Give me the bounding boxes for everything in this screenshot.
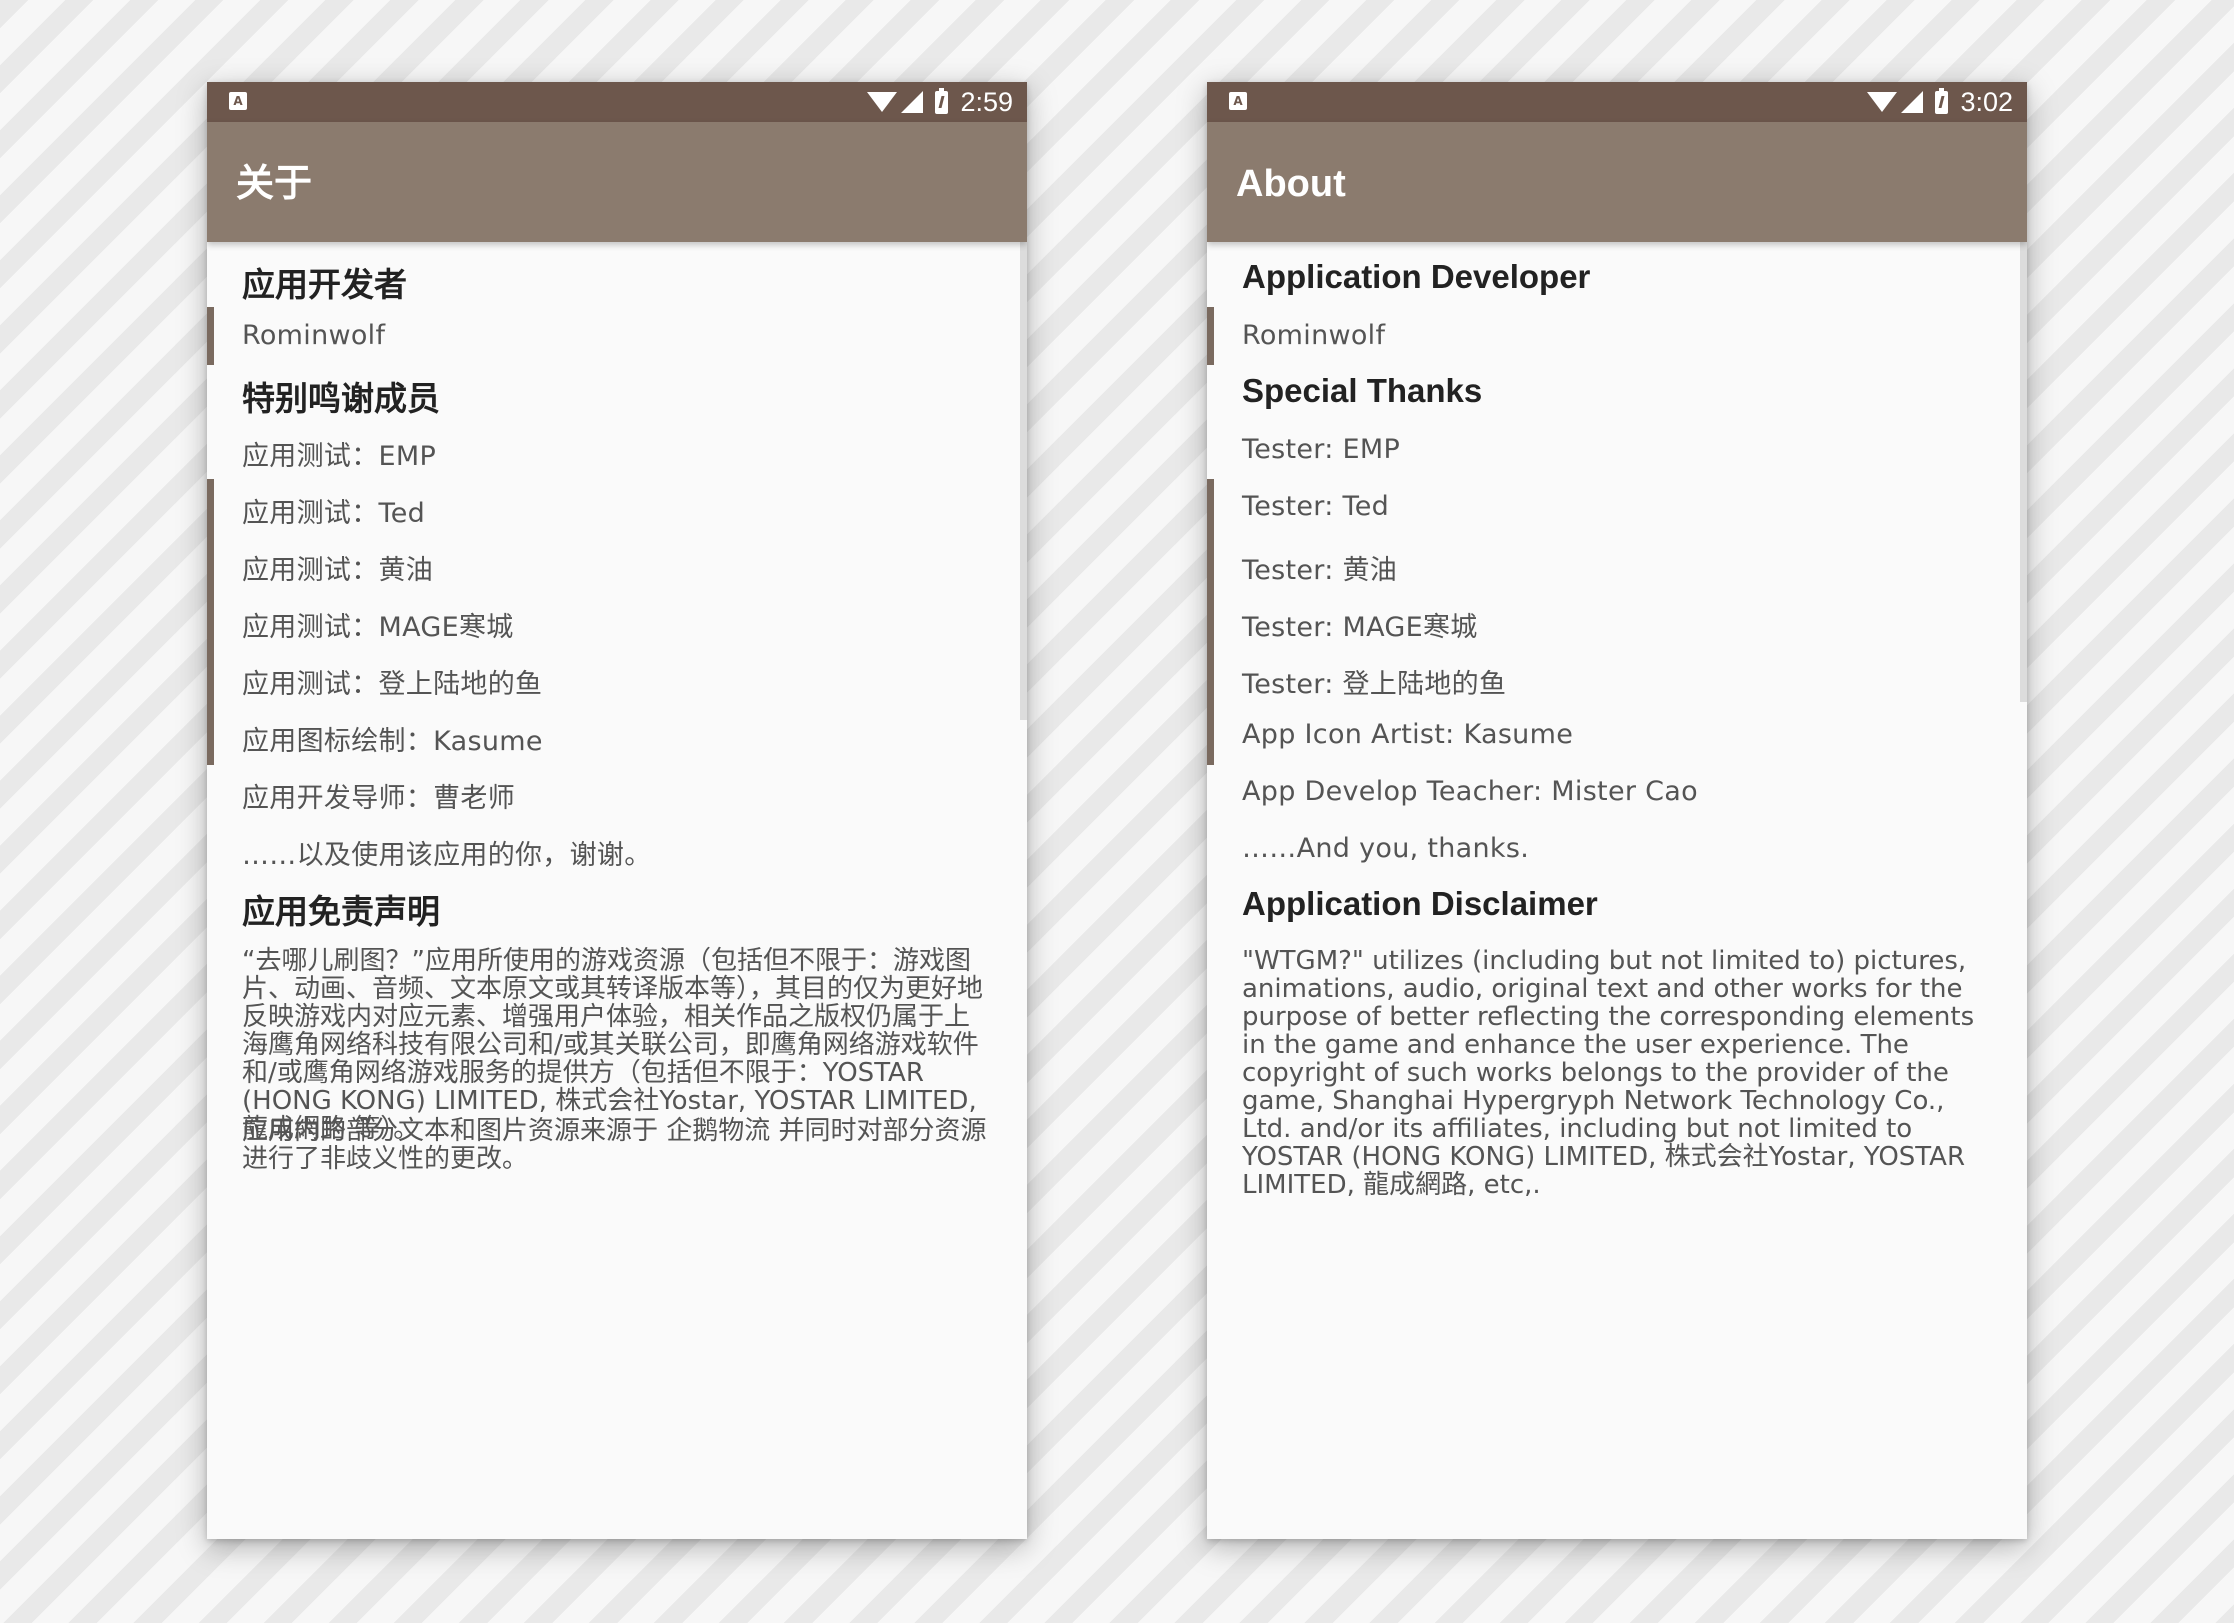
list-item-thanks[interactable]: ……And you, thanks. (1242, 833, 1529, 864)
status-icons: 2:59 (867, 82, 1013, 122)
list-item-thanks[interactable]: 应用测试：登上陆地的鱼 (242, 662, 542, 701)
disclaimer-paragraph: "WTGM?" utilizes (including but not limi… (1242, 946, 1975, 1200)
scrollbar[interactable] (1020, 242, 1027, 720)
list-item-developer[interactable]: Rominwolf (242, 320, 385, 351)
list-item-developer[interactable]: Rominwolf (1242, 320, 1385, 351)
about-content: 应用开发者 Rominwolf 特别鸣谢成员 应用测试：EMP 应用测试：Ted… (207, 242, 1027, 1539)
list-item-thanks[interactable]: 应用测试：黄油 (242, 548, 433, 587)
app-bar: 关于 (207, 122, 1027, 242)
phone-screen-english: A 3:02 About Application Developer Romin… (1207, 82, 2027, 1539)
list-item-thanks[interactable]: 应用开发导师：曹老师 (242, 776, 515, 815)
section-title-disclaimer: Application Disclaimer (1242, 885, 1598, 922)
list-item-thanks[interactable]: Tester: MAGE寒城 (1242, 605, 1478, 644)
section-title-thanks: Special Thanks (1242, 372, 1483, 409)
status-bar: A 2:59 (207, 82, 1027, 122)
status-bar: A 3:02 (1207, 82, 2027, 122)
disclaimer-paragraph: 应用内的部分文本和图片资源来源于 企鹅物流 并同时对部分资源进行了非歧义性的更改… (242, 1116, 987, 1174)
list-item-thanks[interactable]: App Develop Teacher: Mister Cao (1242, 776, 1698, 807)
list-item-thanks[interactable]: App Icon Artist: Kasume (1242, 719, 1573, 750)
wifi-icon (1867, 92, 1898, 112)
section-title-developer: 应用开发者 (242, 266, 407, 303)
page-title: 关于 (236, 163, 313, 205)
signal-icon (1901, 91, 1924, 113)
notification-icon: A (229, 92, 247, 110)
list-item-thanks[interactable]: ……以及使用该应用的你，谢谢。 (242, 833, 652, 872)
list-item-thanks[interactable]: Tester: 登上陆地的鱼 (1242, 662, 1506, 701)
list-edge-indicator (207, 307, 214, 365)
list-item-thanks[interactable]: 应用测试：EMP (242, 434, 436, 473)
list-item-thanks[interactable]: 应用测试：Ted (242, 491, 425, 530)
wifi-icon (867, 92, 898, 112)
phone-screen-chinese: A 2:59 关于 应用开发者 Rominwolf 特别鸣谢成员 应用测试：EM… (207, 82, 1027, 1539)
battery-charging-icon (935, 87, 949, 114)
page-title: About (1236, 163, 1346, 205)
battery-charging-icon (1935, 87, 1949, 114)
list-edge-indicator (1207, 307, 1214, 365)
app-bar: About (1207, 122, 2027, 242)
status-time: 2:59 (960, 86, 1013, 117)
section-title-disclaimer: 应用免责声明 (242, 893, 440, 930)
about-content: Application Developer Rominwolf Special … (1207, 242, 2027, 1539)
notification-icon: A (1229, 92, 1247, 110)
disclaimer-paragraph: “去哪儿刷图？”应用所使用的游戏资源（包括但不限于：游戏图片、动画、音频、文本原… (242, 946, 984, 1144)
list-item-thanks[interactable]: 应用测试：MAGE寒城 (242, 605, 514, 644)
status-time: 3:02 (1960, 86, 2013, 117)
list-item-thanks[interactable]: Tester: EMP (1242, 434, 1400, 465)
list-item-thanks[interactable]: 应用图标绘制：Kasume (242, 719, 543, 758)
section-title-thanks: 特别鸣谢成员 (242, 380, 440, 417)
list-item-thanks[interactable]: Tester: 黄油 (1242, 548, 1397, 587)
list-edge-indicator (207, 479, 214, 765)
scrollbar[interactable] (2020, 242, 2027, 702)
section-title-developer: Application Developer (1242, 258, 1591, 295)
signal-icon (901, 91, 924, 113)
list-item-thanks[interactable]: Tester: Ted (1242, 491, 1389, 522)
status-icons: 3:02 (1867, 82, 2013, 122)
list-edge-indicator (1207, 479, 1214, 765)
